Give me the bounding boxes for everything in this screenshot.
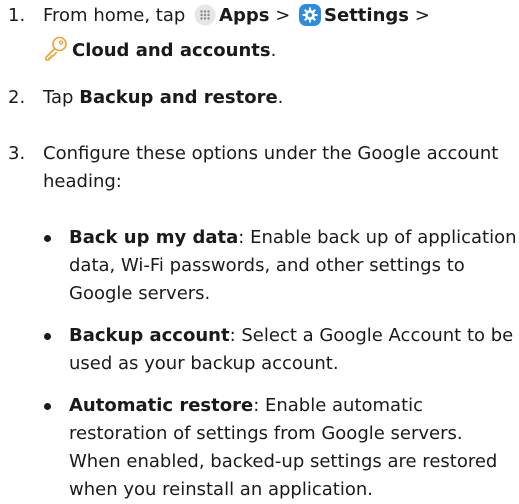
settings-gear-icon — [299, 4, 322, 35]
step-text: From home, tap — [43, 5, 186, 26]
step-text: heading: — [43, 171, 122, 192]
bullet-dot — [44, 235, 51, 242]
option-description: restoration of settings from Google serv… — [69, 423, 463, 444]
bullet-dot — [44, 403, 51, 410]
step-1: 1. From home, tap Apps > Settings > Clou… — [8, 2, 513, 70]
key-icon — [43, 35, 69, 70]
option-description: data, Wi-Fi passwords, and other setting… — [69, 255, 465, 276]
option-description: : Enable back up of application — [238, 227, 517, 248]
step-2: 2. Tap Backup and restore. — [8, 84, 513, 112]
apps-label: Apps — [219, 5, 270, 26]
step-number: 1. — [8, 5, 26, 26]
separator: > — [414, 5, 430, 26]
settings-label: Settings — [324, 5, 409, 26]
step-text: Configure these options under the Google… — [43, 143, 499, 164]
option-description: When enabled, backed-up settings are res… — [69, 451, 498, 472]
option-title: Automatic restore — [69, 395, 254, 416]
separator: > — [275, 5, 291, 26]
bullet-dot — [44, 333, 51, 340]
option-description: used as your backup account. — [69, 353, 339, 374]
step-text: Tap — [43, 87, 74, 108]
step-number: 2. — [8, 87, 26, 108]
option-description: when you reinstall an application. — [69, 479, 373, 500]
apps-grid-icon — [194, 4, 216, 35]
bullet-automatic-restore: Automatic restore: Enable automatic rest… — [44, 392, 514, 504]
option-title: Back up my data — [69, 227, 239, 248]
option-description: Google servers. — [69, 283, 211, 304]
step-3: 3. Configure these options under the Goo… — [8, 140, 513, 196]
cloud-accounts-label: Cloud and accounts — [72, 40, 271, 61]
step-number: 3. — [8, 143, 26, 164]
option-description: : Enable automatic — [253, 395, 424, 416]
backup-restore-label: Backup and restore — [79, 87, 278, 108]
option-title: Backup account — [69, 325, 230, 346]
option-description: : Select a Google Account to be — [229, 325, 514, 346]
bullet-backup-account: Backup account: Select a Google Account … — [44, 322, 514, 378]
bullet-back-up-my-data: Back up my data: Enable back up of appli… — [44, 224, 517, 308]
